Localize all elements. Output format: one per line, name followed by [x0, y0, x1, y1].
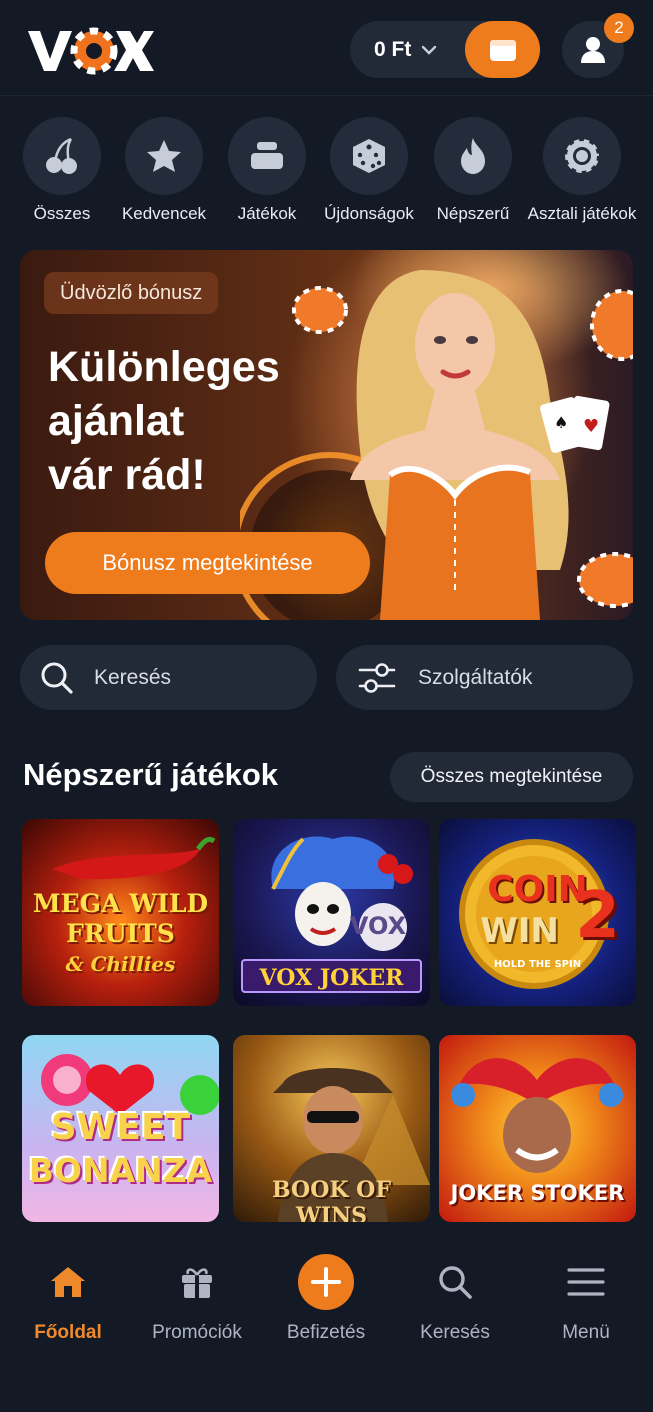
nav-label: Keresés	[420, 1322, 490, 1343]
category-circle	[23, 117, 101, 195]
logo-mark	[28, 27, 154, 75]
game-title: 2	[575, 879, 620, 953]
search-icon	[439, 1266, 472, 1299]
category-table-games[interactable]: Asztali játékok	[527, 117, 637, 224]
game-title: & Chillies	[65, 952, 176, 976]
wallet-button[interactable]	[465, 21, 540, 78]
stack-icon	[251, 142, 283, 169]
category-label: Népszerű	[436, 204, 510, 223]
category-favorites[interactable]: Kedvencek	[109, 117, 219, 224]
plus-icon	[298, 1254, 354, 1310]
game-subtitle: HOLD THE SPIN	[493, 959, 582, 970]
category-label: Összes	[33, 204, 91, 223]
svg-text:♠: ♠	[554, 413, 568, 432]
nav-home[interactable]: Főoldal	[8, 1240, 128, 1344]
bonus-tag: Üdvözlő bónusz	[44, 272, 219, 314]
notification-badge: 2	[604, 13, 634, 43]
balance-dropdown[interactable]: 0 Ft	[374, 21, 437, 78]
sliders-icon	[358, 662, 396, 693]
welcome-bonus-banner[interactable]: ♥ ♠ Üdvözlő bónusz Különleges ajánlat vá…	[20, 250, 633, 620]
wallet-icon	[489, 39, 516, 61]
search-icon	[41, 662, 73, 694]
balance-value: 0 Ft	[374, 37, 412, 61]
cherry-icon	[46, 137, 77, 174]
nav-promotions[interactable]: Promóciók	[137, 1240, 257, 1344]
game-title: SWEET	[50, 1107, 191, 1148]
chevron-down-icon	[422, 45, 437, 55]
game-title: FRUITS	[66, 919, 175, 948]
svg-text:♥: ♥	[583, 416, 599, 437]
nav-search[interactable]: Keresés	[395, 1240, 515, 1344]
search-field[interactable]: Keresés	[20, 645, 317, 710]
banner-title: Különleges ajánlat vár rád!	[48, 340, 338, 502]
banner-title-line: ajánlat	[48, 397, 185, 445]
nav-deposit[interactable]: Befizetés	[266, 1240, 386, 1344]
category-circle	[543, 117, 621, 195]
category-circle	[330, 117, 408, 195]
see-all-button[interactable]: Összes megtekintése	[390, 752, 633, 802]
game-tile-coin-win-2[interactable]: COIN WIN 2 HOLD THE SPIN	[439, 819, 636, 1006]
category-popular[interactable]: Népszerű	[418, 117, 528, 224]
game-title: BOOK OF WINS	[272, 1177, 391, 1222]
nav-label: Promóciók	[152, 1322, 242, 1343]
bottom-navigation: Főoldal Promóciók Befizetés Keresés Menü	[0, 1240, 653, 1412]
user-icon	[581, 36, 605, 63]
category-label: Kedvencek	[121, 204, 207, 223]
category-circle	[228, 117, 306, 195]
wallet-widget: 0 Ft	[350, 21, 540, 78]
banner-title-line: Különleges	[48, 343, 280, 391]
providers-label: Szolgáltatók	[418, 665, 533, 689]
nav-label: Menü	[562, 1322, 610, 1343]
game-title: VOX JOKER	[241, 959, 422, 993]
chip-icon	[563, 137, 601, 175]
star-icon	[147, 140, 181, 172]
fire-icon	[461, 138, 485, 174]
game-title: VOX	[349, 912, 407, 940]
top-header: 0 Ft 2	[0, 0, 653, 96]
search-placeholder: Keresés	[94, 665, 172, 689]
game-tile-mega-wild-fruits[interactable]: MEGA WILD FRUITS & Chillies	[22, 819, 219, 1006]
category-label: Játékok	[237, 204, 297, 223]
home-icon	[51, 1267, 85, 1297]
dice-icon	[353, 139, 385, 173]
category-new[interactable]: Újdonságok	[314, 117, 424, 224]
vox-logo[interactable]	[26, 27, 154, 75]
game-title: BONANZA	[28, 1151, 213, 1190]
category-circle	[125, 117, 203, 195]
category-label: Asztali játékok	[527, 204, 637, 223]
banner-title-line: vár rád!	[48, 451, 206, 499]
category-circle	[434, 117, 512, 195]
providers-filter[interactable]: Szolgáltatók	[336, 645, 633, 710]
game-tile-book-of-wins[interactable]: BOOK OF WINS	[233, 1035, 430, 1222]
category-all[interactable]: Összes	[7, 117, 117, 224]
gift-icon	[182, 1268, 212, 1298]
nav-label: Befizetés	[286, 1322, 366, 1343]
nav-label: Főoldal	[34, 1322, 102, 1343]
menu-icon	[567, 1268, 605, 1296]
category-games[interactable]: Játékok	[212, 117, 322, 224]
game-tile-joker-stoker[interactable]: JOKER STOKER	[439, 1035, 636, 1222]
game-title: MEGA WILD	[32, 889, 209, 918]
game-tile-sweet-bonanza[interactable]: SWEET BONANZA	[22, 1035, 219, 1222]
nav-menu[interactable]: Menü	[526, 1240, 646, 1344]
game-title: JOKER STOKER	[450, 1181, 625, 1205]
game-tile-vox-joker[interactable]: VOX VOX JOKER	[233, 819, 430, 1006]
category-label: Újdonságok	[324, 204, 414, 223]
view-bonus-button[interactable]: Bónusz megtekintése	[45, 532, 370, 594]
popular-games-title: Népszerű játékok	[23, 757, 278, 792]
